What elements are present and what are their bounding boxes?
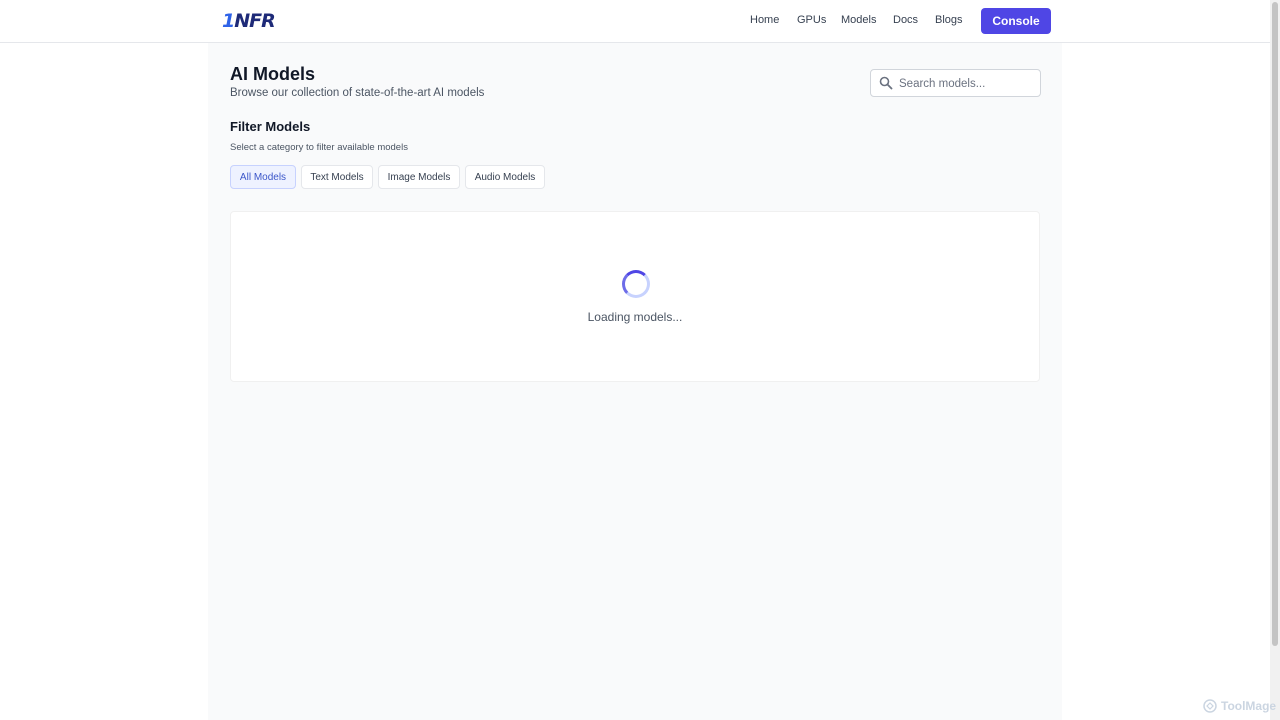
logo-prefix: 1	[222, 10, 235, 32]
search-icon	[879, 76, 893, 90]
page-title: AI Models	[230, 64, 316, 84]
page-subtitle: Browse our collection of state-of-the-ar…	[230, 87, 485, 99]
nav-gpus[interactable]: GPUs	[797, 14, 826, 26]
filter-chip-text-models[interactable]: Text Models	[301, 165, 373, 189]
filter-title: Filter Models	[230, 119, 311, 134]
watermark-logo-icon	[1203, 699, 1217, 713]
search-input[interactable]	[897, 73, 1037, 95]
filter-chip-audio-models[interactable]: Audio Models	[465, 165, 545, 189]
logo-text: NFR	[234, 10, 276, 32]
nav-docs[interactable]: Docs	[893, 14, 918, 26]
loading-text: Loading models...	[587, 310, 683, 324]
console-button[interactable]: Console	[981, 8, 1051, 34]
nav-home[interactable]: Home	[750, 14, 779, 26]
loading-spinner	[622, 270, 650, 298]
watermark-text: ToolMage	[1221, 699, 1277, 713]
brand-logo[interactable]: 1NFR	[222, 10, 276, 32]
nav-blogs[interactable]: Blogs	[935, 14, 963, 26]
filter-chip-all-models[interactable]: All Models	[230, 165, 296, 189]
search-box[interactable]	[870, 69, 1041, 97]
watermark: ToolMage	[1203, 699, 1276, 713]
nav-models[interactable]: Models	[841, 14, 876, 26]
filter-subtitle: Select a category to filter available mo…	[230, 142, 408, 153]
filter-chip-image-models[interactable]: Image Models	[378, 165, 460, 189]
scrollbar-thumb[interactable]	[1272, 2, 1278, 646]
top-navigation-bar: 1NFR Home GPUs Models Docs Blogs Console	[0, 0, 1270, 43]
